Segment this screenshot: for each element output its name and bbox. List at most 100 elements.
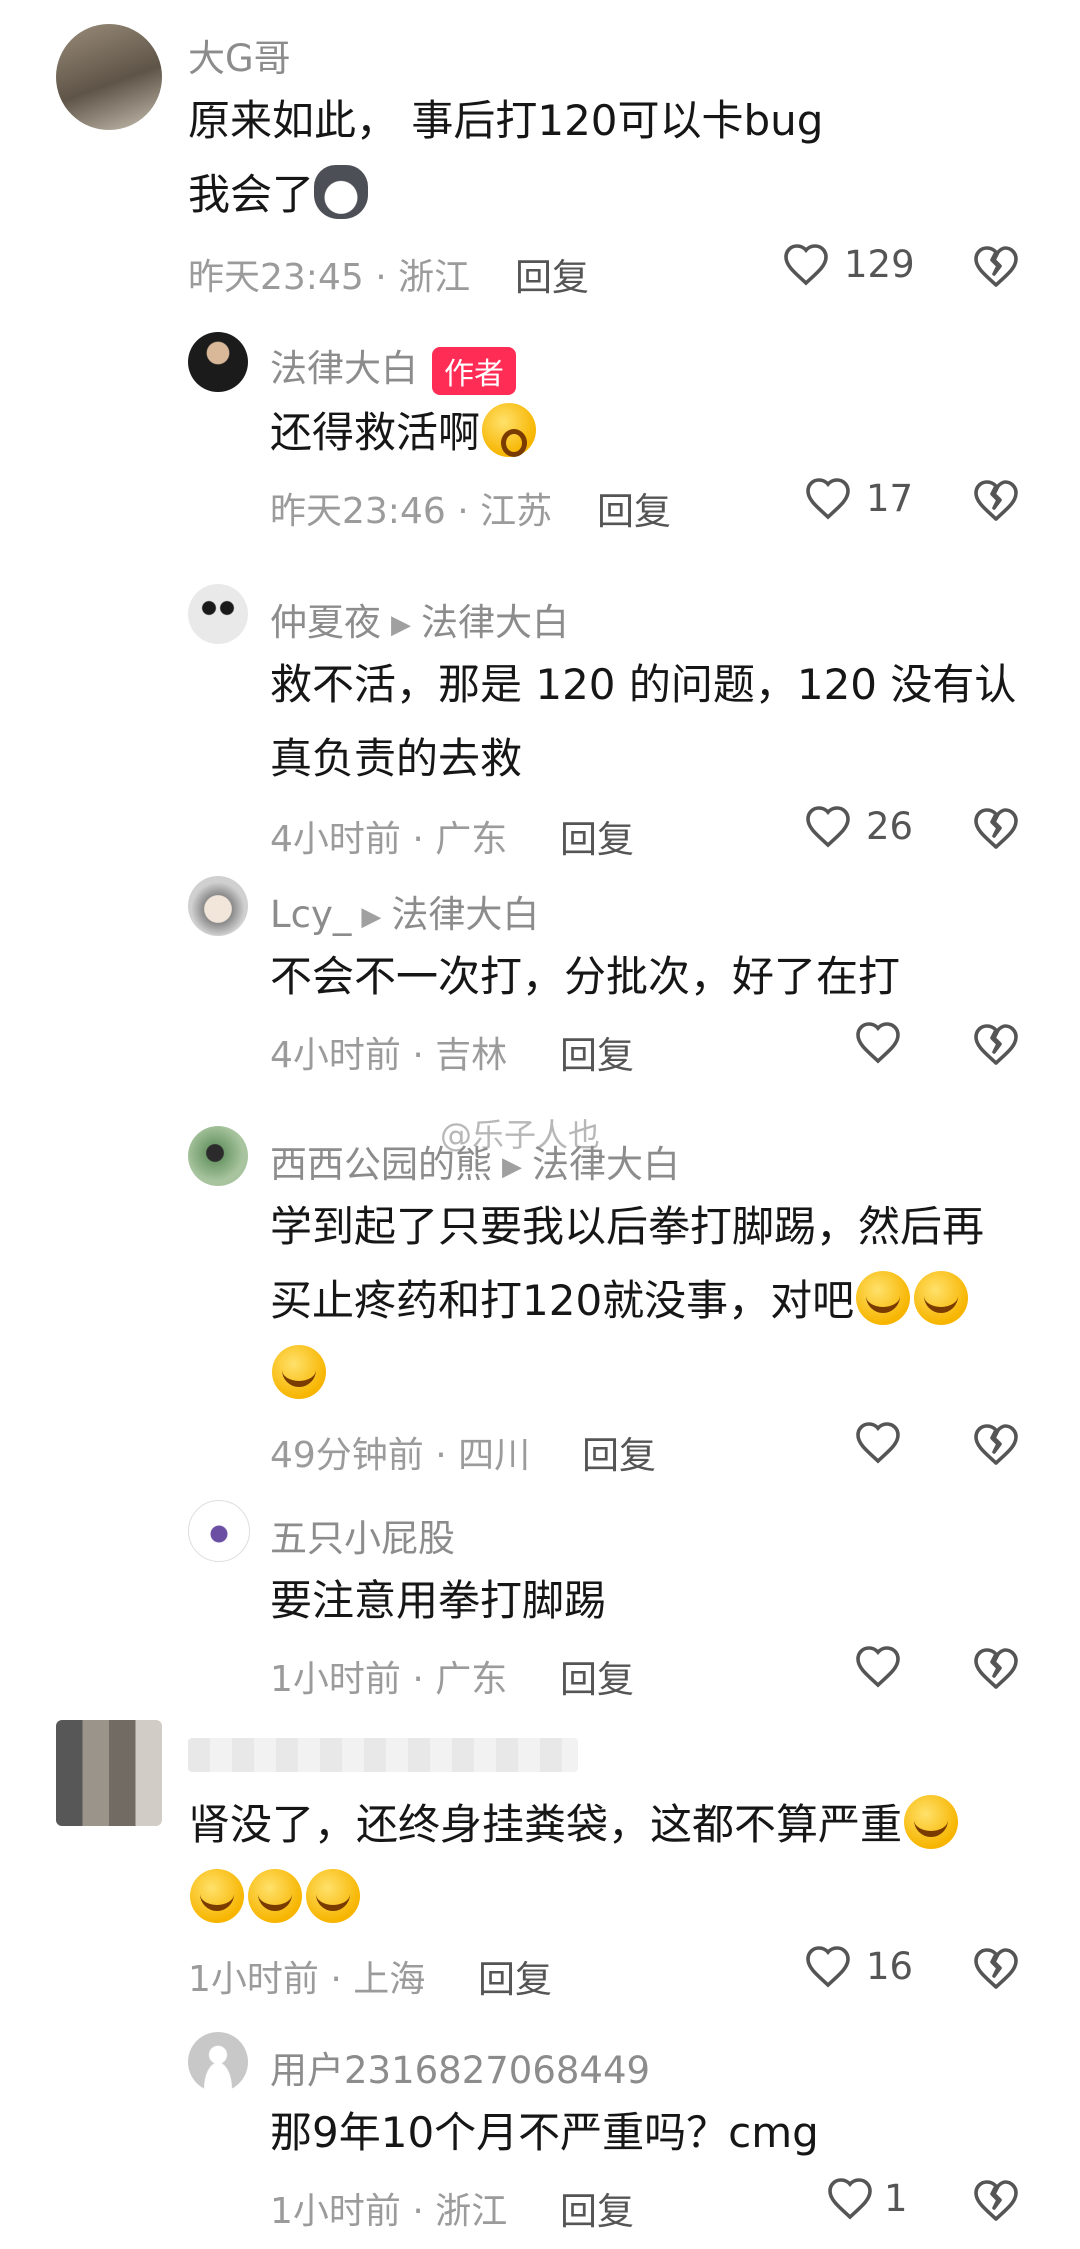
reply-button[interactable]: 回复 — [478, 1949, 552, 2003]
comment-line — [270, 1338, 1050, 1412]
reply-button[interactable]: 回复 — [560, 809, 634, 863]
comment-line: 救不活，那是 120 的问题，120 没有认 — [270, 660, 1017, 709]
like-button[interactable]: 26 — [804, 804, 913, 848]
comment-line: 我会了 — [188, 158, 1028, 232]
reply-button[interactable]: 回复 — [515, 247, 589, 301]
comment-line: 原来如此， 事后打120可以卡bug — [188, 96, 824, 145]
like-count: 1 — [884, 2176, 908, 2220]
comment-line: 肾没了，还终身挂粪袋，这都不算严重 — [188, 1788, 1048, 1862]
reply-button[interactable]: 回复 — [582, 1425, 656, 1479]
comment-text: 还得救活啊 — [270, 396, 1030, 470]
comment-time-location: 昨天23:46 · 江苏 — [270, 491, 553, 532]
avatar[interactable] — [188, 332, 248, 392]
comment-line: 不会不一次打，分批次，好了在打 — [270, 952, 901, 1001]
broken-heart-icon — [974, 1948, 1018, 1989]
like-button[interactable] — [854, 1644, 902, 1688]
shocked-face-emoji-icon — [482, 403, 537, 457]
laughing-tears-emoji-icon — [904, 1795, 959, 1849]
dislike-button[interactable] — [972, 244, 1020, 288]
dislike-button[interactable] — [972, 1422, 1020, 1466]
laughing-tears-emoji-icon — [856, 1271, 911, 1325]
comment-line: 要注意用拳打脚踢 — [270, 1576, 607, 1625]
broken-heart-icon — [974, 1024, 1018, 1065]
comment-time-location: 1小时前 · 广东 — [270, 1659, 508, 1700]
avatar[interactable] — [188, 2032, 248, 2092]
dislike-button[interactable] — [972, 1022, 1020, 1066]
comment-author[interactable]: 五只小屁股 — [270, 1508, 455, 1562]
laughing-tears-emoji-icon — [914, 1271, 969, 1325]
comment-text: 那9年10个月不严重吗？cmg — [270, 2096, 1050, 2170]
reply-to-name: 法律大白 — [421, 601, 569, 644]
reply-button[interactable]: 回复 — [560, 1025, 634, 1079]
comment-time-location: 4小时前 · 吉林 — [270, 1035, 508, 1076]
comment-author[interactable]: Lcy_ ▶ 法律大白 — [270, 884, 539, 938]
comment-author[interactable]: 仲夏夜 ▶ 法律大白 — [270, 592, 569, 646]
comment-author[interactable]: 大G哥 — [188, 28, 291, 82]
dislike-button[interactable] — [972, 1646, 1020, 1690]
broken-heart-icon — [974, 1424, 1018, 1465]
comment-line — [188, 1862, 1048, 1936]
like-button[interactable]: 1 — [826, 2176, 908, 2220]
avatar[interactable] — [188, 584, 248, 644]
heart-icon — [806, 806, 850, 848]
avatar[interactable] — [188, 876, 248, 936]
comment-author[interactable]: 法律大白 作者 — [270, 338, 516, 395]
like-button[interactable]: 16 — [804, 1944, 913, 1988]
laughing-tears-emoji-icon — [272, 1345, 326, 1399]
author-name: Lcy_ — [270, 893, 352, 936]
laughing-tears-emoji-icon — [306, 1869, 360, 1923]
blurred-author-name — [188, 1738, 578, 1772]
comment-line-text: 我会了 — [188, 170, 315, 219]
broken-heart-icon — [974, 808, 1018, 849]
dislike-button[interactable] — [972, 806, 1020, 850]
comment-text: 学到起了只要我以后拳打脚踢，然后再 买止疼药和打120就没事，对吧 — [270, 1190, 1050, 1412]
dislike-button[interactable] — [972, 2178, 1020, 2222]
dislike-button[interactable] — [972, 478, 1020, 522]
comment-text: 不会不一次打，分批次，好了在打 — [270, 940, 1050, 1014]
avatar[interactable] — [56, 24, 162, 130]
reply-to-name: 法律大白 — [391, 893, 540, 936]
reply-arrow-icon: ▶ — [391, 609, 411, 640]
like-button[interactable] — [854, 1420, 902, 1464]
like-button[interactable]: 17 — [804, 476, 913, 520]
comment-time-location: 1小时前 · 上海 — [188, 1959, 426, 2000]
reply-to-name: 法律大白 — [532, 1143, 680, 1186]
like-count: 17 — [866, 476, 914, 520]
author-name: 西西公园的熊 — [270, 1143, 492, 1186]
avatar[interactable] — [56, 1720, 162, 1826]
avatar[interactable] — [188, 1500, 250, 1562]
heart-icon — [784, 244, 828, 286]
like-count: 26 — [866, 804, 914, 848]
author-name: 法律大白 — [270, 347, 418, 390]
comment-text: 要注意用拳打脚踢 — [270, 1564, 1050, 1638]
like-button[interactable] — [854, 1020, 902, 1064]
reply-button[interactable]: 回复 — [597, 481, 671, 535]
comment-author[interactable]: 用户2316827068449 — [270, 2040, 650, 2094]
author-name: 仲夏夜 — [270, 601, 381, 644]
comment-text: 原来如此， 事后打120可以卡bug 我会了 — [188, 84, 1028, 232]
laughing-tears-emoji-icon — [248, 1869, 302, 1923]
comment-line: 学到起了只要我以后拳打脚踢，然后再 — [270, 1202, 985, 1251]
comment-author[interactable]: 西西公园的熊 ▶ 法律大白 — [270, 1134, 680, 1188]
reply-arrow-icon: ▶ — [361, 901, 382, 932]
dislike-button[interactable] — [972, 1946, 1020, 1990]
heart-icon — [856, 1646, 900, 1688]
comment-line: 真负责的去救 — [270, 734, 523, 783]
comment-line-text: 肾没了，还终身挂粪袋，这都不算严重 — [188, 1800, 903, 1849]
heart-icon — [856, 1422, 900, 1464]
comment-time-location: 4小时前 · 广东 — [270, 819, 508, 860]
broken-heart-icon — [974, 1648, 1018, 1689]
comment-line: 那9年10个月不严重吗？cmg — [270, 2108, 819, 2157]
author-badge: 作者 — [432, 346, 516, 395]
reply-button[interactable]: 回复 — [560, 2181, 634, 2235]
broken-heart-icon — [974, 480, 1018, 521]
comment-text: 救不活，那是 120 的问题，120 没有认 真负责的去救 — [270, 648, 1050, 796]
avatar[interactable] — [188, 1126, 248, 1186]
reply-button[interactable]: 回复 — [560, 1649, 634, 1703]
comment-time-location: 昨天23:45 · 浙江 — [188, 257, 471, 298]
comment-time-location: 49分钟前 · 四川 — [270, 1435, 531, 1476]
laughing-tears-emoji-icon — [190, 1869, 244, 1923]
comment-time-location: 1小时前 · 浙江 — [270, 2191, 508, 2232]
like-button[interactable]: 129 — [782, 242, 915, 286]
heart-icon — [856, 1022, 900, 1064]
